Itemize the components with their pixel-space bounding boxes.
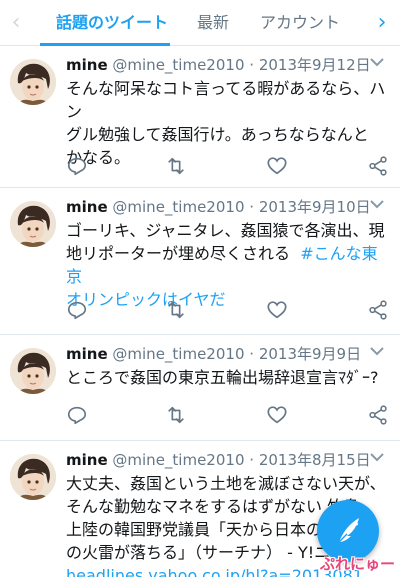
tweet-date: 2013年9月12日 bbox=[258, 56, 371, 74]
tab-latest[interactable]: 最新 bbox=[197, 0, 229, 46]
chevron-down-icon[interactable] bbox=[368, 342, 386, 360]
tweet-text-line: ゴーリキ、ジャニタレ、姦国猿で各演出、現 bbox=[66, 221, 385, 240]
separator-dot: · bbox=[249, 451, 255, 469]
separator-dot: · bbox=[249, 56, 255, 74]
watermark-logo: ぷれにゅー bbox=[320, 555, 396, 573]
tweet-actions bbox=[62, 155, 392, 179]
reply-icon[interactable] bbox=[66, 299, 90, 323]
tweet-date: 2013年9月10日 bbox=[258, 198, 371, 216]
separator-dot: · bbox=[249, 198, 255, 216]
tweet-item[interactable]: mine @mine_time2010 · 2013年9月12日 そんな阿呆なコ… bbox=[0, 47, 400, 188]
like-heart-icon[interactable] bbox=[266, 404, 290, 428]
user-handle: @mine_time2010 bbox=[112, 198, 245, 216]
tweet-text-line: ところで姦国の東京五輪出場辞退宣言ﾏﾀﾞｰ? bbox=[66, 368, 379, 387]
share-icon[interactable] bbox=[367, 155, 391, 179]
tweet-actions bbox=[62, 404, 392, 428]
avatar[interactable] bbox=[10, 201, 56, 247]
tab-bar: ‹ 話題のツイート 最新 アカウント › bbox=[0, 0, 400, 46]
tweet-text-line: 地リポーターが埋め尽くされる #こんな東京 bbox=[66, 242, 392, 288]
user-handle: @mine_time2010 bbox=[112, 451, 245, 469]
avatar[interactable] bbox=[10, 454, 56, 500]
display-name[interactable]: mine bbox=[66, 56, 108, 74]
retweet-icon[interactable] bbox=[164, 404, 188, 428]
display-name[interactable]: mine bbox=[66, 451, 108, 469]
tab-accounts[interactable]: アカウント bbox=[260, 0, 340, 46]
like-heart-icon[interactable] bbox=[266, 299, 290, 323]
reply-icon[interactable] bbox=[66, 155, 90, 179]
retweet-icon[interactable] bbox=[164, 155, 188, 179]
chevron-down-icon[interactable] bbox=[368, 195, 386, 213]
chevron-left-icon[interactable]: ‹ bbox=[6, 10, 26, 36]
user-handle: @mine_time2010 bbox=[112, 345, 245, 363]
display-name[interactable]: mine bbox=[66, 345, 108, 363]
tweet-date: 2013年8月15日 bbox=[258, 451, 371, 469]
tweet-date: 2013年9月9日 bbox=[258, 345, 362, 363]
tab-top-tweets[interactable]: 話題のツイート bbox=[56, 0, 168, 46]
share-icon[interactable] bbox=[367, 404, 391, 428]
tweet-actions bbox=[62, 299, 392, 323]
avatar[interactable] bbox=[10, 59, 56, 105]
like-heart-icon[interactable] bbox=[266, 155, 290, 179]
tweet-item[interactable]: mine @mine_time2010 · 2013年9月10日 ゴーリキ、ジャ… bbox=[0, 189, 400, 335]
active-tab-indicator bbox=[40, 43, 170, 46]
display-name[interactable]: mine bbox=[66, 198, 108, 216]
tweet-meta: mine @mine_time2010 · 2013年9月9日 bbox=[66, 343, 366, 364]
tweet-text-line: グル勉強して姦国行け。あっちならなんと bbox=[66, 125, 369, 144]
tweet-text-line: 大丈夫、姦国という土地を滅ぼさない天が、 bbox=[66, 474, 386, 493]
tweet-item[interactable]: mine @mine_time2010 · 2013年9月9日 ところで姦国の東… bbox=[0, 336, 400, 441]
tweet-text: ゴーリキ、ジャニタレ、姦国猿で各演出、現 地リポーターが埋め尽くされる #こんな… bbox=[66, 219, 392, 311]
reply-icon[interactable] bbox=[66, 404, 90, 428]
tweet-text-line: そんな阿呆なコト言ってる暇があるなら、ハン bbox=[66, 79, 386, 121]
chevron-down-icon[interactable] bbox=[368, 448, 386, 466]
tweet-meta: mine @mine_time2010 · 2013年9月10日 bbox=[66, 196, 371, 217]
retweet-icon[interactable] bbox=[164, 299, 188, 323]
tweet-meta: mine @mine_time2010 · 2013年9月12日 bbox=[66, 54, 371, 75]
share-icon[interactable] bbox=[367, 299, 391, 323]
user-handle: @mine_time2010 bbox=[112, 56, 245, 74]
separator-dot: · bbox=[249, 345, 255, 363]
chevron-down-icon[interactable] bbox=[368, 53, 386, 71]
tweet-text-segment: 地リポーターが埋め尽くされる bbox=[66, 244, 291, 263]
tweet-meta: mine @mine_time2010 · 2013年8月15日 bbox=[66, 449, 371, 470]
tweet-text: ところで姦国の東京五輪出場辞退宣言ﾏﾀﾞｰ? bbox=[66, 366, 392, 389]
chevron-right-icon[interactable]: › bbox=[372, 10, 392, 36]
avatar[interactable] bbox=[10, 348, 56, 394]
